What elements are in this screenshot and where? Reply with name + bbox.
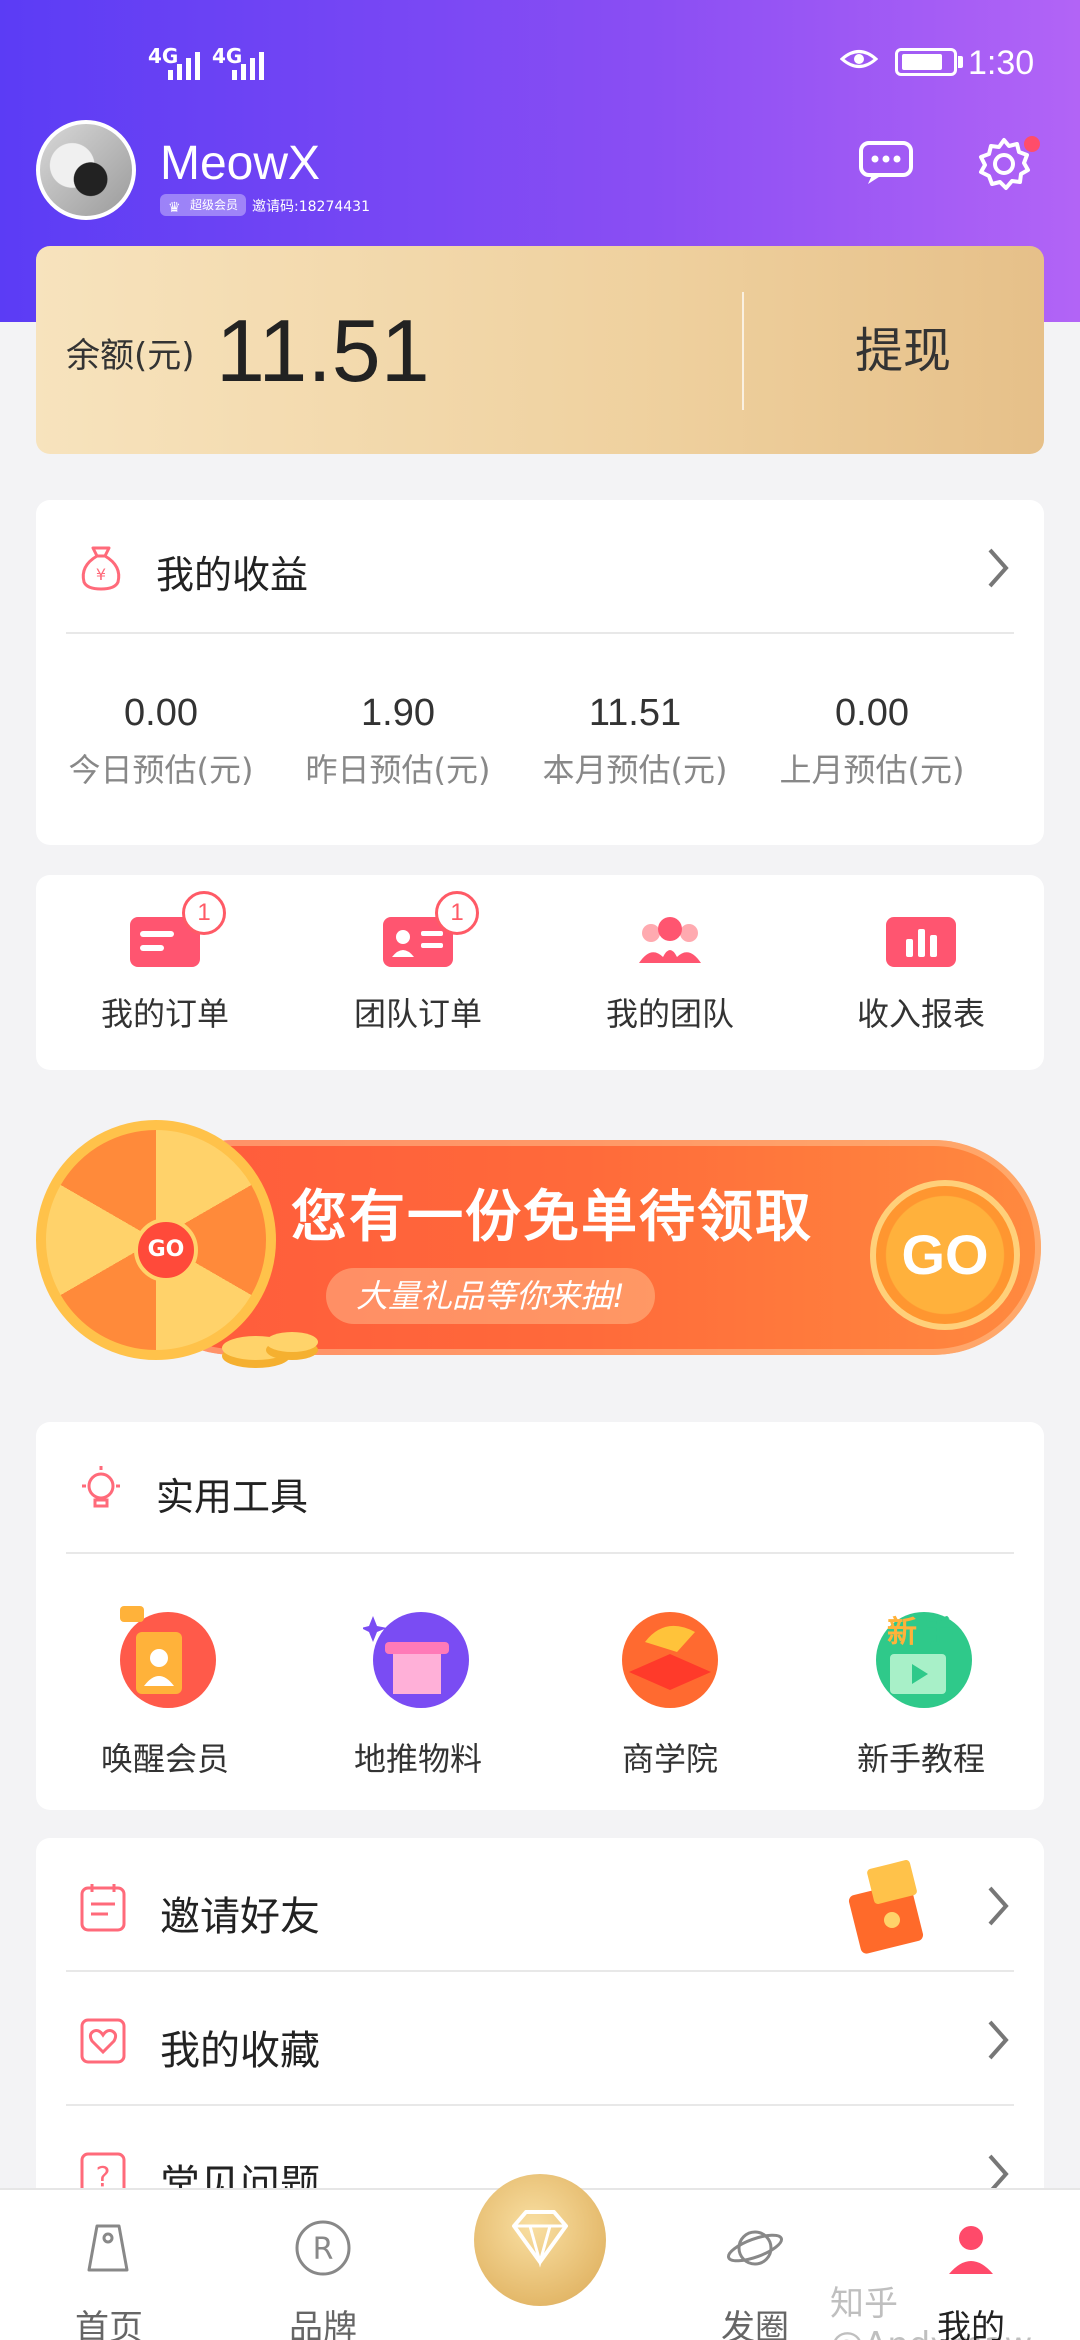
video-tutorial-icon: 新 手 xyxy=(876,1612,972,1708)
eye-icon xyxy=(840,50,878,68)
promo-material-button[interactable]: 地推物料 xyxy=(293,1602,543,1780)
stat-label: 本月预估(元) xyxy=(542,751,728,789)
bar-chart-icon xyxy=(886,917,956,967)
stat-yesterday: 1.90 昨日预估(元) xyxy=(278,692,518,791)
stat-last-month: 0.00 上月预估(元) xyxy=(752,692,992,791)
my-favorites-row[interactable]: 我的收藏 xyxy=(36,1972,1044,2106)
order-badge: 1 xyxy=(182,891,226,935)
order-label: 我的团队 xyxy=(605,995,734,1033)
nav-moments[interactable]: 发圈 xyxy=(680,2218,830,2340)
lightbulb-icon xyxy=(82,1466,120,1508)
nav-label: 发圈 xyxy=(721,2308,789,2340)
balance-value: 11.51 xyxy=(216,301,430,400)
heart-icon xyxy=(80,2018,126,2064)
card-divider xyxy=(66,1552,1014,1554)
team-orders-button[interactable]: 1 团队订单 xyxy=(293,891,543,1035)
banner-go-button[interactable]: GO xyxy=(870,1180,1020,1330)
stat-value: 0.00 xyxy=(835,692,909,734)
card-divider xyxy=(66,632,1014,634)
message-icon[interactable] xyxy=(858,140,914,186)
stat-today: 0.00 今日预估(元) xyxy=(41,692,281,791)
invite-friends-row[interactable]: 邀请好友 xyxy=(36,1838,1044,1972)
planet-icon xyxy=(727,2230,783,2266)
crown-icon: ♛ xyxy=(168,200,181,216)
chevron-right-icon xyxy=(988,1886,1009,1926)
stat-value: 1.90 xyxy=(361,692,435,734)
wake-member-button[interactable]: 唤醒会员 xyxy=(40,1602,290,1780)
stat-this-month: 11.51 本月预估(元) xyxy=(515,692,755,791)
user-icon xyxy=(949,2226,993,2274)
wheel-go-label: GO xyxy=(134,1218,198,1282)
registered-icon: R xyxy=(295,2220,351,2276)
svg-text:新: 新 xyxy=(887,1615,917,1650)
nav-label: 首页 xyxy=(75,2308,143,2340)
stat-value: 11.51 xyxy=(588,692,682,734)
red-envelope-icon xyxy=(848,1860,924,1954)
coins-icon xyxy=(222,1332,318,1368)
list-label: 我的收藏 xyxy=(160,2028,320,2074)
stat-value: 0.00 xyxy=(124,692,198,734)
tool-label: 唤醒会员 xyxy=(100,1740,229,1778)
signal-bars-icon xyxy=(168,46,200,80)
chevron-right-icon xyxy=(988,2020,1009,2060)
stat-label: 今日预估(元) xyxy=(68,751,254,789)
list-label: 邀请好友 xyxy=(160,1894,320,1940)
earnings-card[interactable]: ¥ 我的收益 0.00 今日预估(元) 1.90 昨日预估(元) 11.51 本… xyxy=(36,500,1044,845)
battery-tip xyxy=(958,56,963,68)
order-label: 团队订单 xyxy=(353,995,482,1033)
balance-label: 余额(元) xyxy=(66,336,195,376)
withdraw-button[interactable]: 提现 xyxy=(778,306,1028,396)
tools-card: 实用工具 唤醒会员 地推物料 商学院 新 手 新手教程 xyxy=(36,1422,1044,1810)
graduation-cap-icon xyxy=(622,1612,718,1708)
my-team-button[interactable]: 我的团队 xyxy=(545,905,795,1035)
nav-label: 品牌 xyxy=(289,2308,357,2340)
beginner-tutorial-button[interactable]: 新 手 新手教程 xyxy=(796,1602,1046,1780)
diamond-icon xyxy=(512,2210,568,2268)
balance-card: 余额(元) 11.51 提现 xyxy=(36,246,1044,454)
order-badge: 1 xyxy=(435,891,479,935)
stat-label: 上月预估(元) xyxy=(779,751,965,789)
svg-text:¥: ¥ xyxy=(96,565,106,584)
wake-member-icon xyxy=(120,1606,216,1708)
tool-label: 商学院 xyxy=(621,1740,718,1778)
tool-label: 地推物料 xyxy=(353,1740,482,1778)
username: MeowX xyxy=(160,137,321,190)
stat-label: 昨日预估(元) xyxy=(305,751,491,789)
invite-code: 邀请码:18274431 xyxy=(252,199,370,215)
earnings-title: 我的收益 xyxy=(156,553,309,597)
money-bag-icon: ¥ xyxy=(81,546,121,591)
balance-divider xyxy=(742,292,744,410)
my-orders-button[interactable]: 1 我的订单 xyxy=(40,891,290,1035)
order-label: 我的订单 xyxy=(100,995,229,1033)
svg-text:R: R xyxy=(313,2232,334,2267)
chevron-right-icon[interactable] xyxy=(984,546,1012,590)
order-label: 收入报表 xyxy=(856,995,985,1033)
banner-subtitle: 大量礼品等你来抽! xyxy=(326,1268,655,1324)
home-tag-icon xyxy=(87,2224,129,2272)
business-school-button[interactable]: 商学院 xyxy=(545,1602,795,1780)
svg-text:手: 手 xyxy=(923,1615,953,1650)
tool-label: 新手教程 xyxy=(856,1740,985,1778)
battery-icon xyxy=(895,48,957,76)
vip-badge: ♛ 超级会员 xyxy=(160,194,247,216)
invite-list-icon xyxy=(80,1884,126,1932)
nav-brand[interactable]: R 品牌 xyxy=(248,2218,398,2340)
team-icon xyxy=(639,917,701,963)
watermark: 知乎 @Andymaw xyxy=(830,2284,1032,2340)
banner-title: 您有一份免单待领取 xyxy=(291,1185,813,1250)
storefront-icon xyxy=(361,1612,469,1708)
diamond-center-button[interactable] xyxy=(474,2174,606,2306)
status-bar: 4G 4G 1:30 xyxy=(0,40,1080,90)
income-report-button[interactable]: 收入报表 xyxy=(796,905,1046,1035)
avatar[interactable] xyxy=(36,120,136,220)
signal-bars-icon xyxy=(232,46,264,80)
promo-banner[interactable]: GO 您有一份免单待领取 大量礼品等你来抽! GO xyxy=(36,1120,1044,1370)
clock: 1:30 xyxy=(968,44,1035,82)
notification-dot xyxy=(1024,136,1040,152)
tools-title: 实用工具 xyxy=(156,1475,309,1519)
orders-card: 1 我的订单 1 团队订单 我的团队 收入报表 xyxy=(36,875,1044,1070)
vip-label: 超级会员 xyxy=(190,198,239,212)
nav-home[interactable]: 首页 xyxy=(34,2218,184,2340)
